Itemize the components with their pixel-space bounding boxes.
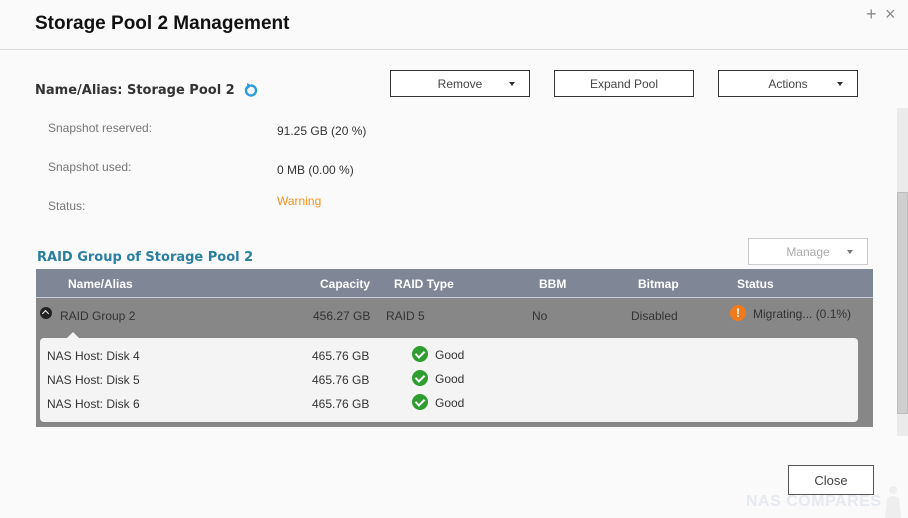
list-item: NAS Host: Disk 6 465.76 GB Good: [40, 391, 858, 415]
raid-group-name: RAID Group 2: [60, 309, 136, 323]
dialog-titlebar: Storage Pool 2 Management + ×: [0, 0, 908, 50]
caret-down-icon: [509, 82, 515, 86]
raid-section-title: RAID Group of Storage Pool 2: [37, 250, 254, 265]
remove-button-label: Remove: [437, 76, 483, 91]
column-name-alias[interactable]: Name/Alias: [68, 277, 133, 291]
table-header: Name/Alias Capacity RAID Type BBM Bitmap…: [36, 269, 873, 298]
pool-name-label: Name/Alias: Storage Pool 2: [35, 82, 235, 98]
status-value: Warning: [277, 194, 322, 208]
raid-group-status: Migrating... (0.1%): [753, 307, 852, 321]
list-item: NAS Host: Disk 5 465.76 GB Good: [40, 367, 858, 391]
actions-button-label: Actions: [768, 76, 808, 91]
raid-group-type: RAID 5: [386, 309, 425, 323]
maximize-icon[interactable]: +: [866, 4, 877, 24]
caret-down-icon: [847, 250, 853, 254]
manage-button[interactable]: Manage: [748, 238, 868, 265]
close-button-label: Close: [814, 472, 848, 488]
disk-name: NAS Host: Disk 4: [47, 349, 140, 363]
column-raid-type[interactable]: RAID Type: [394, 277, 454, 291]
watermark-text: NAS COMPARES: [746, 493, 882, 510]
disk-status: Good: [435, 348, 465, 362]
list-item: NAS Host: Disk 4 465.76 GB Good: [40, 343, 858, 367]
column-capacity[interactable]: Capacity: [320, 277, 370, 291]
check-circle-icon: [412, 370, 428, 386]
check-circle-icon: [412, 394, 428, 410]
raid-group-table: Name/Alias Capacity RAID Type BBM Bitmap…: [36, 269, 873, 427]
pool-name-alias: Name/Alias: Storage Pool 2: [35, 82, 259, 98]
close-button[interactable]: Close: [788, 465, 874, 495]
raid-group-bbm: No: [532, 309, 548, 323]
check-circle-icon: [412, 346, 428, 362]
snapshot-reserved-label: Snapshot reserved:: [48, 121, 153, 135]
collapse-icon[interactable]: [40, 307, 52, 319]
disk-capacity: 465.76 GB: [312, 349, 370, 363]
close-icon[interactable]: ×: [885, 4, 896, 24]
actions-button[interactable]: Actions: [718, 70, 858, 97]
disk-capacity: 465.76 GB: [312, 373, 370, 387]
snapshot-used-label: Snapshot used:: [48, 160, 132, 174]
scrollbar-thumb[interactable]: [897, 192, 908, 414]
column-bbm[interactable]: BBM: [539, 277, 566, 291]
refresh-icon[interactable]: [243, 82, 259, 98]
snapshot-reserved-value: 91.25 GB (20 %): [277, 124, 367, 138]
raid-group-bitmap: Disabled: [631, 309, 678, 323]
warning-icon: !: [730, 305, 746, 321]
vertical-scrollbar[interactable]: [897, 108, 908, 436]
status-label: Status:: [48, 199, 86, 213]
column-bitmap[interactable]: Bitmap: [638, 277, 679, 291]
disk-capacity: 465.76 GB: [312, 397, 370, 411]
disk-status: Good: [435, 372, 465, 386]
dialog-title: Storage Pool 2 Management: [35, 13, 290, 34]
remove-button[interactable]: Remove: [390, 70, 530, 97]
expand-pool-label: Expand Pool: [589, 76, 659, 91]
caret-down-icon: [837, 82, 843, 86]
raid-group-capacity: 456.27 GB: [313, 309, 371, 323]
snapshot-used-value: 0 MB (0.00 %): [277, 163, 354, 177]
manage-button-label: Manage: [786, 244, 830, 259]
watermark-figure-icon: [885, 486, 901, 518]
disk-name: NAS Host: Disk 6: [47, 397, 140, 411]
disk-list-panel: NAS Host: Disk 4 465.76 GB Good NAS Host…: [40, 332, 858, 422]
disk-name: NAS Host: Disk 5: [47, 373, 140, 387]
column-status[interactable]: Status: [737, 277, 774, 291]
disk-status: Good: [435, 396, 465, 410]
table-row[interactable]: RAID Group 2 456.27 GB RAID 5 No Disable…: [36, 299, 873, 337]
expand-pool-button[interactable]: Expand Pool: [554, 70, 694, 97]
